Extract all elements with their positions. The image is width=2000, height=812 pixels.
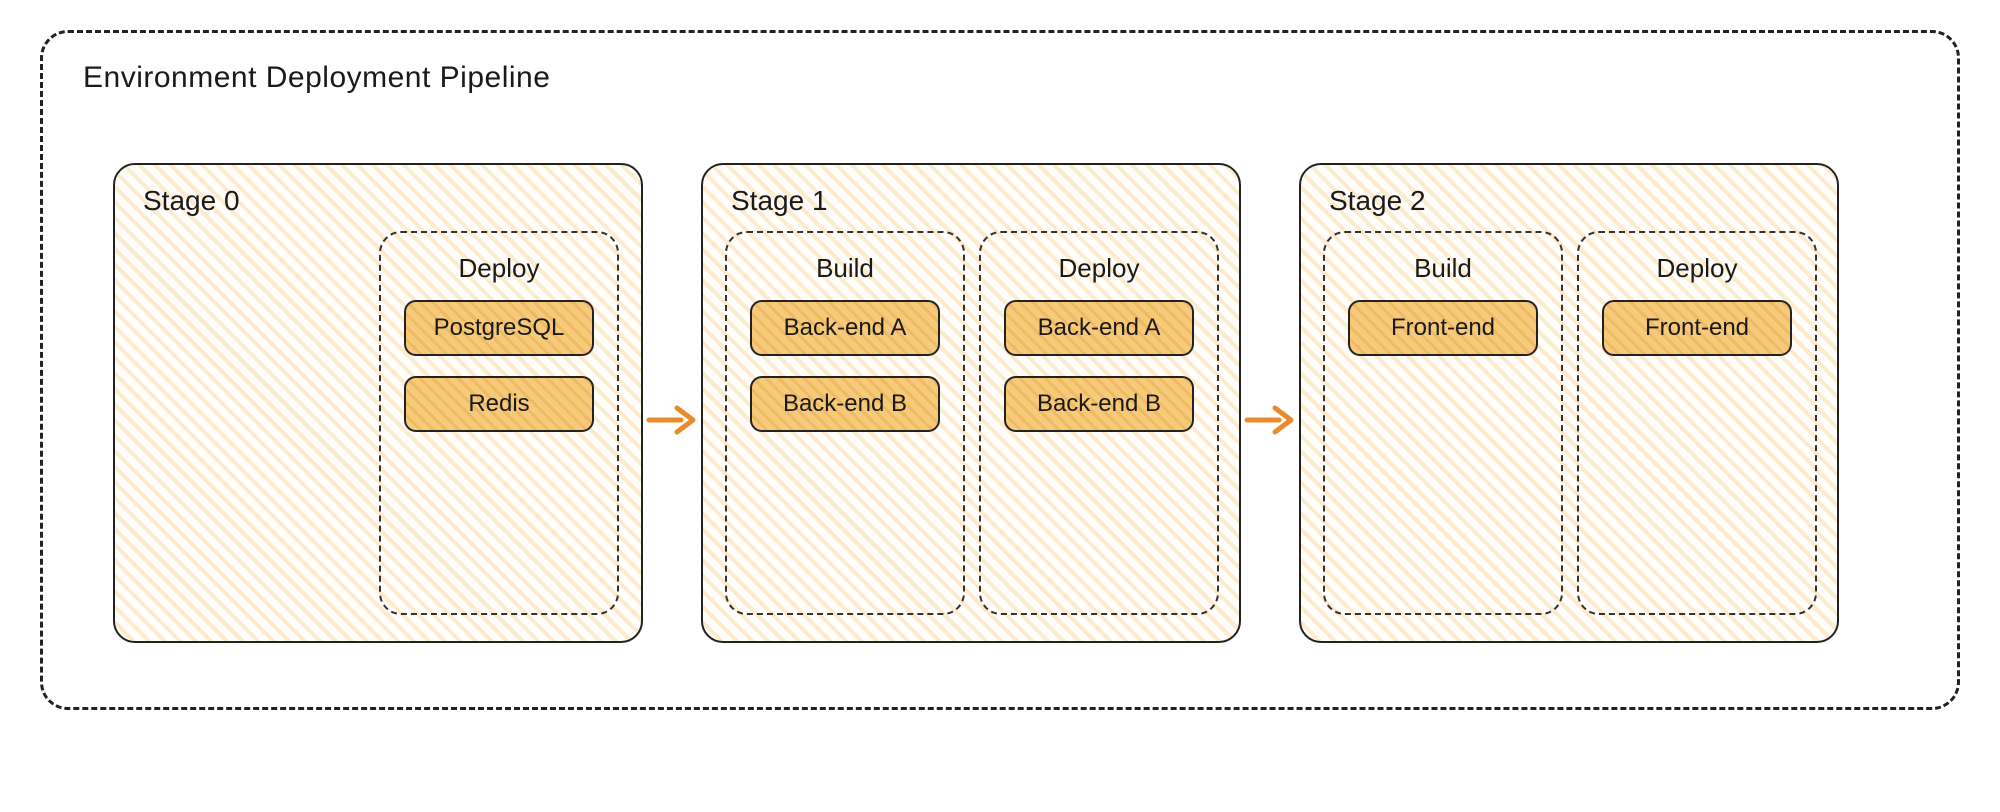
- stage-2-phase-build-title: Build: [1414, 253, 1472, 284]
- arrow-right-icon: [1245, 400, 1295, 440]
- stage-1-phase-deploy-items: Back-end A Back-end B: [999, 300, 1199, 432]
- stage-2-body: Build Front-end Deploy Front-end: [1323, 231, 1815, 615]
- stage-1-body: Build Back-end A Back-end B Deploy Back-…: [725, 231, 1217, 615]
- service-box-postgresql: PostgreSQL: [404, 300, 594, 356]
- arrow-stage1-to-stage2: [1241, 163, 1299, 677]
- stage-2: Stage 2 Build Front-end Deploy Front-end: [1299, 163, 1839, 643]
- service-box-label: Redis: [468, 390, 529, 418]
- stages-row: Stage 0 Deploy PostgreSQL Redis: [113, 163, 1927, 677]
- pipeline-container: Environment Deployment Pipeline Stage 0 …: [40, 30, 1960, 710]
- stage-1: Stage 1 Build Back-end A Back-end B Depl…: [701, 163, 1241, 643]
- stage-1-phase-build-title: Build: [816, 253, 874, 284]
- service-box-label: Back-end B: [1037, 390, 1161, 418]
- stage-2-phase-build-items: Front-end: [1343, 300, 1543, 356]
- service-box-frontend-build: Front-end: [1348, 300, 1538, 356]
- service-box-label: PostgreSQL: [434, 314, 565, 342]
- stage-0-title: Stage 0: [143, 185, 619, 217]
- service-box-backend-b-deploy: Back-end B: [1004, 376, 1194, 432]
- service-box-label: Back-end A: [784, 314, 907, 342]
- stage-2-phase-build: Build Front-end: [1323, 231, 1563, 615]
- stage-0-phase-deploy-items: PostgreSQL Redis: [399, 300, 599, 432]
- pipeline-title: Environment Deployment Pipeline: [83, 61, 1927, 95]
- service-box-backend-b-build: Back-end B: [750, 376, 940, 432]
- stage-1-phase-build-items: Back-end A Back-end B: [745, 300, 945, 432]
- service-box-label: Back-end B: [783, 390, 907, 418]
- service-box-label: Front-end: [1391, 314, 1495, 342]
- service-box-frontend-deploy: Front-end: [1602, 300, 1792, 356]
- stage-0: Stage 0 Deploy PostgreSQL Redis: [113, 163, 643, 643]
- stage-2-phase-deploy-items: Front-end: [1597, 300, 1797, 356]
- stage-2-title: Stage 2: [1329, 185, 1815, 217]
- stage-1-phase-build: Build Back-end A Back-end B: [725, 231, 965, 615]
- stage-0-phase-deploy: Deploy PostgreSQL Redis: [379, 231, 619, 615]
- stage-0-body: Deploy PostgreSQL Redis: [137, 231, 619, 615]
- stage-1-phase-deploy: Deploy Back-end A Back-end B: [979, 231, 1219, 615]
- stage-2-phase-deploy-title: Deploy: [1657, 253, 1738, 284]
- service-box-redis: Redis: [404, 376, 594, 432]
- arrow-stage0-to-stage1: [643, 163, 701, 677]
- stage-2-phase-deploy: Deploy Front-end: [1577, 231, 1817, 615]
- service-box-backend-a-deploy: Back-end A: [1004, 300, 1194, 356]
- service-box-label: Back-end A: [1038, 314, 1161, 342]
- stage-0-phase-deploy-title: Deploy: [459, 253, 540, 284]
- stage-1-title: Stage 1: [731, 185, 1217, 217]
- service-box-backend-a-build: Back-end A: [750, 300, 940, 356]
- diagram-canvas: Environment Deployment Pipeline Stage 0 …: [0, 0, 2000, 812]
- stage-1-phase-deploy-title: Deploy: [1059, 253, 1140, 284]
- arrow-right-icon: [647, 400, 697, 440]
- service-box-label: Front-end: [1645, 314, 1749, 342]
